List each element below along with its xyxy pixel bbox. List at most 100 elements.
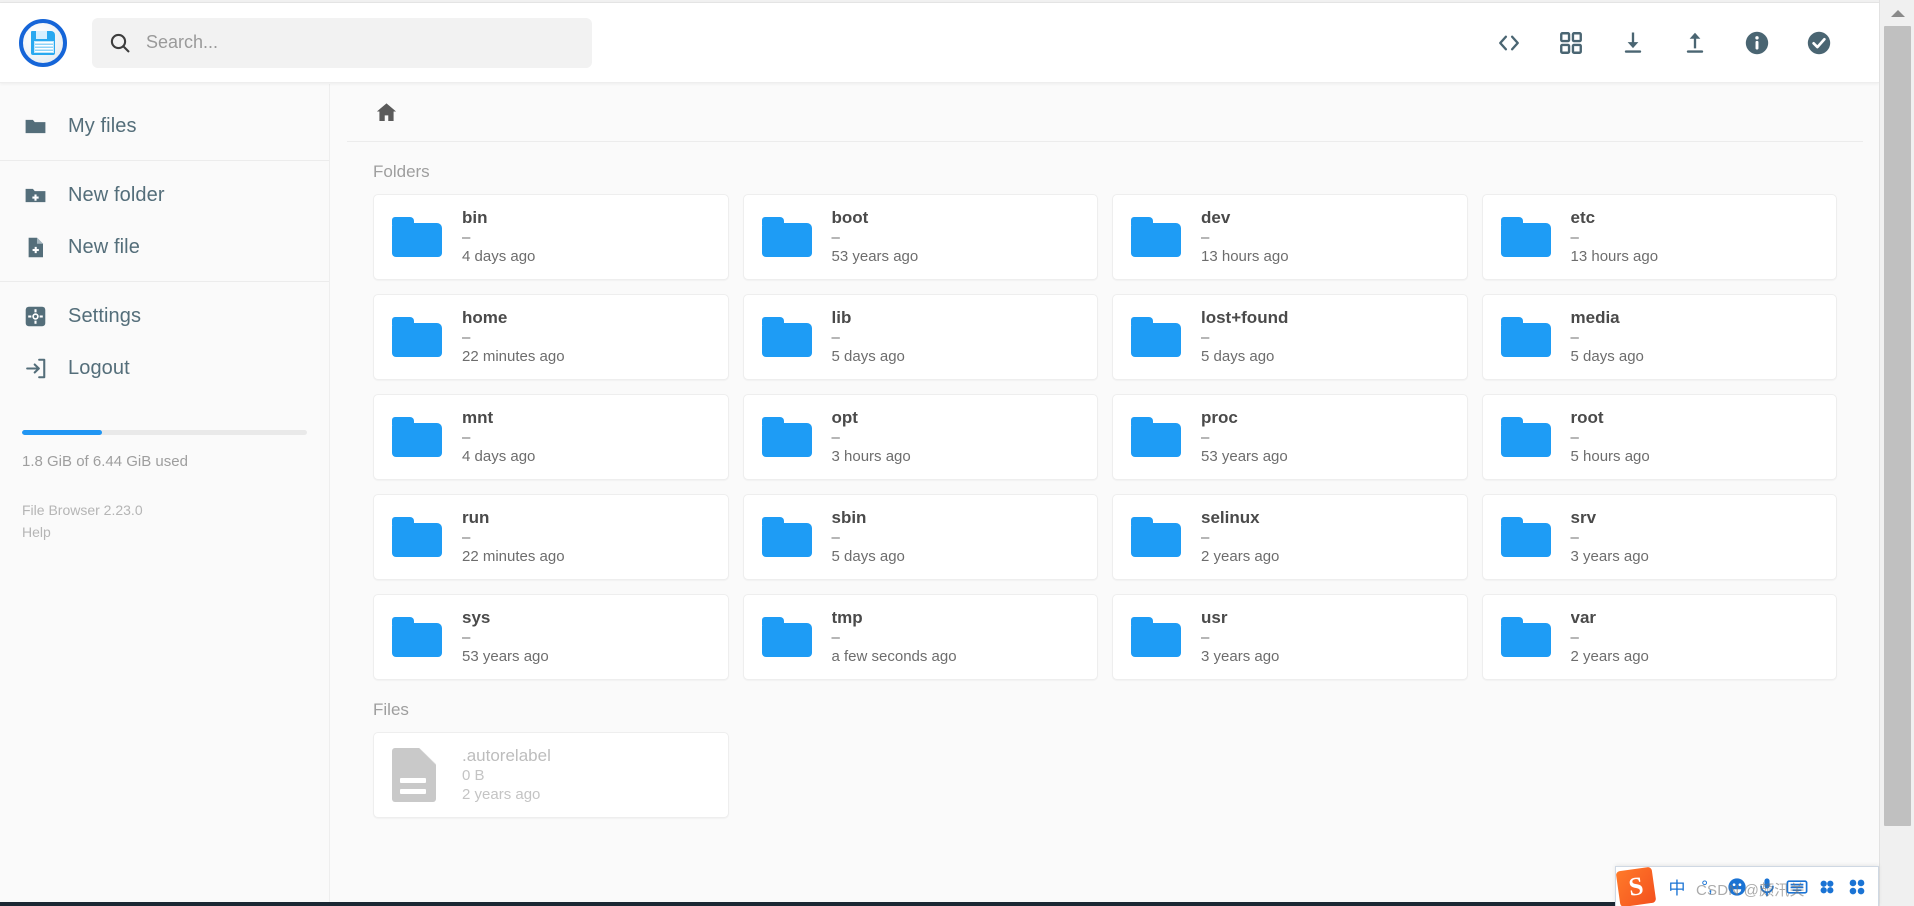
folder-card[interactable]: boot – 53 years ago <box>742 194 1098 280</box>
sidebar-item-label: My files <box>68 114 137 137</box>
folder-icon <box>761 314 818 360</box>
folder-card[interactable]: proc – 53 years ago <box>1112 394 1468 480</box>
item-name: media <box>1570 308 1620 328</box>
item-modified-time: 2 years ago <box>1570 648 1649 666</box>
folder-plus-icon <box>22 182 48 208</box>
grid-view-icon[interactable] <box>1555 27 1587 59</box>
folder-card[interactable]: srv – 3 years ago <box>1481 494 1837 580</box>
item-size: – <box>831 328 840 346</box>
folder-card[interactable]: selinux – 2 years ago <box>1112 494 1468 580</box>
download-icon[interactable] <box>1617 27 1649 59</box>
sidebar-item-settings[interactable]: Settings <box>0 290 329 342</box>
folder-card[interactable]: bin – 4 days ago <box>373 194 729 280</box>
folder-card[interactable]: sbin – 5 days ago <box>742 494 1098 580</box>
folder-icon <box>761 614 818 660</box>
sidebar-group-create: New folder New file <box>0 161 329 282</box>
folder-card[interactable]: var – 2 years ago <box>1481 594 1837 680</box>
app-header <box>0 3 1879 83</box>
item-modified-time: 2 years ago <box>1201 548 1280 566</box>
item-size: – <box>462 328 471 346</box>
item-modified-time: 53 years ago <box>831 248 919 266</box>
sidebar-item-new-folder[interactable]: New folder <box>0 169 329 221</box>
soft-keyboard-icon[interactable] <box>1782 872 1812 902</box>
item-name: sys <box>462 608 491 628</box>
folder-card[interactable]: sys – 53 years ago <box>373 594 729 680</box>
folder-card[interactable]: lib – 5 days ago <box>742 294 1098 380</box>
item-modified-time: 22 minutes ago <box>462 548 565 566</box>
item-name: proc <box>1201 408 1238 428</box>
folder-card[interactable]: root – 5 hours ago <box>1481 394 1837 480</box>
chinese-mode-icon[interactable]: 中 <box>1662 872 1692 902</box>
item-name: bin <box>462 208 488 228</box>
sidebar-footer: File Browser 2.23.0 Help <box>0 470 329 543</box>
folder-card[interactable]: lost+found – 5 days ago <box>1112 294 1468 380</box>
item-size: – <box>1570 628 1579 646</box>
upload-icon[interactable] <box>1679 27 1711 59</box>
file-card[interactable]: .autorelabel 0 B 2 years ago <box>373 732 729 818</box>
folder-card[interactable]: tmp – a few seconds ago <box>742 594 1098 680</box>
search-input[interactable] <box>146 32 576 53</box>
app-logo[interactable] <box>0 18 86 67</box>
sogou-ime-logo-icon[interactable]: S <box>1615 866 1657 906</box>
file-icon <box>392 748 448 802</box>
item-name: lost+found <box>1201 308 1289 328</box>
folder-card[interactable]: run – 22 minutes ago <box>373 494 729 580</box>
folder-icon <box>761 514 818 560</box>
item-modified-time: 5 days ago <box>1201 348 1275 366</box>
folder-icon <box>1500 214 1557 260</box>
ime-toolbar: S 中 °, CSDN @颇汛关 <box>1615 866 1879 906</box>
code-brackets-icon[interactable] <box>1493 27 1525 59</box>
item-modified-time: 5 hours ago <box>1570 448 1650 466</box>
window-scrollbar[interactable] <box>1879 0 1914 906</box>
item-name: var <box>1570 608 1597 628</box>
ime-toolbox-icon[interactable] <box>1812 872 1842 902</box>
item-name: home <box>462 308 508 328</box>
item-name: tmp <box>831 608 863 628</box>
folder-icon <box>1131 214 1187 260</box>
item-size: 0 B <box>462 766 485 784</box>
item-size: – <box>462 628 471 646</box>
window-bottom-edge <box>0 902 1879 906</box>
scrollbar-up-button[interactable] <box>1880 0 1914 26</box>
item-size: – <box>1201 328 1210 346</box>
ime-more-icon[interactable] <box>1842 872 1872 902</box>
info-icon[interactable] <box>1741 27 1773 59</box>
home-icon[interactable] <box>371 98 401 128</box>
punctuation-mode-icon[interactable]: °, <box>1692 872 1722 902</box>
item-size: – <box>462 428 471 446</box>
folder-icon <box>1131 514 1187 560</box>
item-name: root <box>1570 408 1604 428</box>
folder-card[interactable]: dev – 13 hours ago <box>1112 194 1468 280</box>
folder-card[interactable]: home – 22 minutes ago <box>373 294 729 380</box>
sidebar-item-label: New file <box>68 235 140 258</box>
item-name: opt <box>831 408 858 428</box>
chevron-up-icon <box>1890 9 1905 17</box>
item-modified-time: 3 hours ago <box>831 448 911 466</box>
folder-icon <box>392 314 448 360</box>
voice-input-icon[interactable] <box>1752 872 1782 902</box>
search-bar[interactable] <box>92 17 592 68</box>
folder-card[interactable]: opt – 3 hours ago <box>742 394 1098 480</box>
files-heading: Files <box>373 700 409 719</box>
scrollbar-thumb[interactable] <box>1884 26 1911 826</box>
sidebar-item-label: Settings <box>68 304 142 327</box>
help-link[interactable]: Help <box>22 522 307 544</box>
folder-card[interactable]: media – 5 days ago <box>1481 294 1837 380</box>
folder-card[interactable]: mnt – 4 days ago <box>373 394 729 480</box>
sidebar-item-new-file[interactable]: New file <box>0 221 329 273</box>
folder-icon <box>1131 614 1187 660</box>
sidebar-item-my-files[interactable]: My files <box>0 100 329 152</box>
select-check-icon[interactable] <box>1803 27 1835 59</box>
item-size: – <box>462 228 471 246</box>
usage-progress-bar[interactable] <box>22 430 307 435</box>
item-size: – <box>1201 528 1210 546</box>
item-size: – <box>1570 328 1579 346</box>
file-browser-app: My files New folder <box>0 0 1914 906</box>
emoji-icon[interactable] <box>1722 872 1752 902</box>
folder-card[interactable]: usr – 3 years ago <box>1112 594 1468 680</box>
item-modified-time: 5 days ago <box>1570 348 1644 366</box>
item-name: sbin <box>831 508 867 528</box>
sidebar-item-logout[interactable]: Logout <box>0 342 329 394</box>
item-modified-time: 13 hours ago <box>1201 248 1289 266</box>
folder-card[interactable]: etc – 13 hours ago <box>1481 194 1837 280</box>
